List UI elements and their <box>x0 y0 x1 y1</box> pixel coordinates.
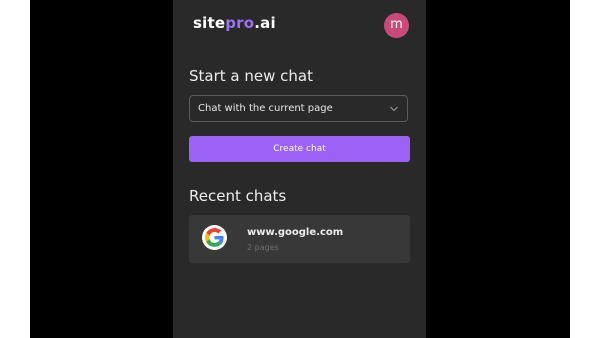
user-avatar[interactable]: m <box>384 13 409 38</box>
brand-prefix: site <box>193 14 226 32</box>
recent-chats-heading: Recent chats <box>189 187 287 205</box>
extension-panel <box>173 0 426 338</box>
brand-accent: pro <box>225 14 255 32</box>
new-chat-heading: Start a new chat <box>189 67 313 85</box>
brand-logo: sitepro.ai <box>193 14 276 32</box>
chat-mode-select[interactable]: Chat with the current page <box>189 95 408 122</box>
recent-chat-page-count: 2 pages <box>247 243 279 252</box>
create-chat-button[interactable]: Create chat <box>189 136 410 162</box>
recent-chat-item[interactable]: www.google.com 2 pages <box>189 215 410 263</box>
chat-mode-select-value: Chat with the current page <box>198 103 333 114</box>
brand-suffix: .ai <box>254 14 276 32</box>
google-g-icon <box>202 225 227 250</box>
recent-chat-domain: www.google.com <box>247 227 344 238</box>
chevron-down-icon <box>390 106 398 112</box>
